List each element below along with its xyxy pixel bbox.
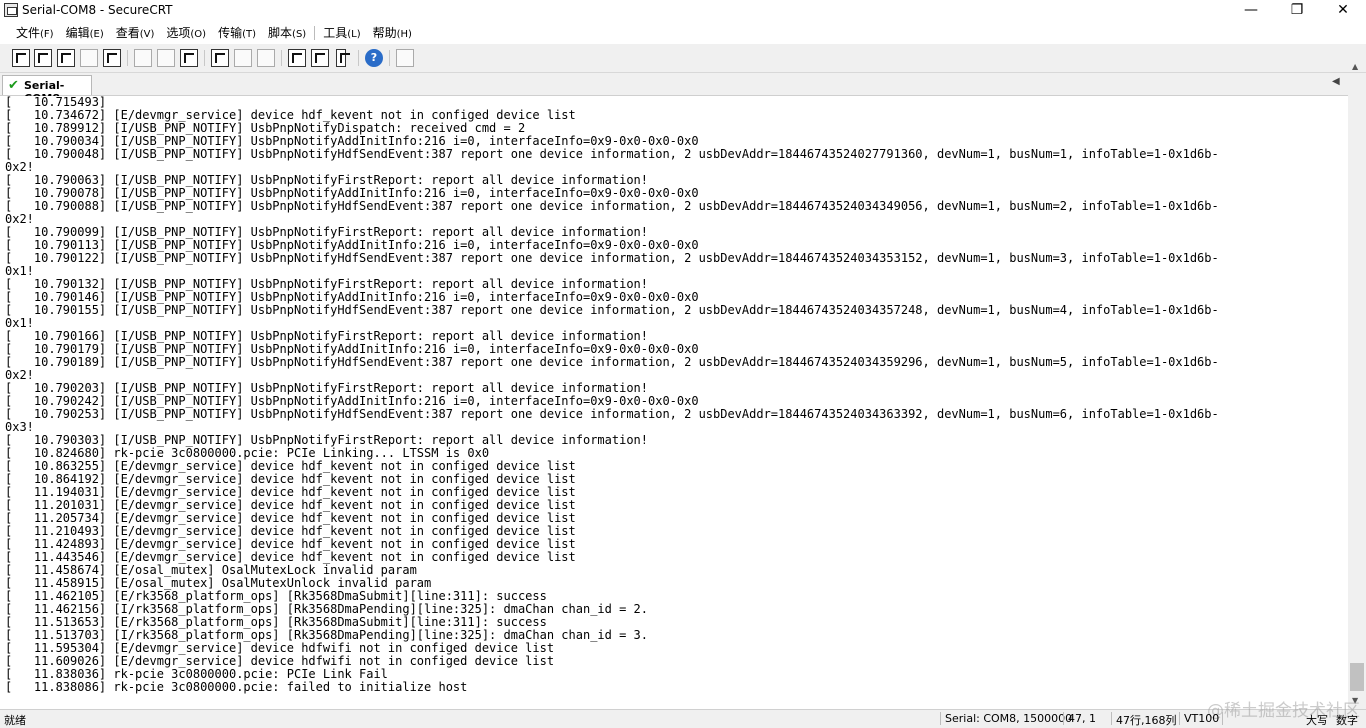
menu-transfer[interactable]: 传输(T) bbox=[212, 22, 262, 44]
connected-check-icon: ✔ bbox=[8, 78, 19, 93]
print-selection-icon[interactable] bbox=[234, 49, 252, 67]
terminal-view[interactable]: [ 10.715493] [ 10.734672] [E/devmgr_serv… bbox=[0, 96, 1348, 709]
close-button[interactable]: ✕ bbox=[1320, 0, 1366, 22]
status-emulation: VT100 bbox=[1184, 712, 1220, 725]
paste-icon[interactable] bbox=[157, 49, 175, 67]
disconnect-icon[interactable] bbox=[103, 49, 121, 67]
menu-script[interactable]: 脚本(S) bbox=[262, 22, 312, 44]
quick-connect-icon[interactable] bbox=[34, 49, 52, 67]
status-cursor-position: 47, 1 bbox=[1068, 712, 1096, 725]
menu-edit[interactable]: 编辑(E) bbox=[60, 22, 110, 44]
copy-icon[interactable] bbox=[134, 49, 152, 67]
toolbar-separator bbox=[127, 50, 128, 66]
global-options-icon[interactable] bbox=[311, 49, 329, 67]
status-separator bbox=[1111, 712, 1112, 725]
vertical-scrollbar[interactable]: ▲ ▼ bbox=[1348, 62, 1366, 709]
menu-help[interactable]: 帮助(H) bbox=[367, 22, 418, 44]
status-bar: 就绪 @稀土掘金技术社区 Serial: COM8, 1500000 47, 1… bbox=[0, 701, 1366, 727]
print-icon[interactable] bbox=[211, 49, 229, 67]
status-separator bbox=[1179, 712, 1180, 725]
scroll-thumb[interactable] bbox=[1350, 663, 1364, 691]
session-options-icon[interactable] bbox=[288, 49, 306, 67]
reconnect-icon[interactable] bbox=[80, 49, 98, 67]
tab-prev-icon[interactable]: ◀ bbox=[1332, 76, 1340, 87]
connect-tab-icon[interactable] bbox=[57, 49, 75, 67]
toolbar-separator bbox=[358, 50, 359, 66]
key-icon[interactable] bbox=[336, 49, 350, 67]
toolbar-separator bbox=[389, 50, 390, 66]
toolbar-separator bbox=[204, 50, 205, 66]
toolbar: ? bbox=[0, 44, 1366, 73]
menu-bar: 文件(F) 编辑(E) 查看(V) 选项(O) 传输(T) 脚本(S) 工具(L… bbox=[0, 22, 1366, 44]
menu-options[interactable]: 选项(O) bbox=[160, 22, 212, 44]
securecrt-app-icon[interactable] bbox=[4, 3, 18, 17]
minimize-button[interactable]: — bbox=[1228, 0, 1274, 22]
menu-file[interactable]: 文件(F) bbox=[10, 22, 60, 44]
maximize-button[interactable]: ❐ bbox=[1274, 0, 1320, 22]
connect-icon[interactable] bbox=[12, 49, 30, 67]
menu-separator bbox=[314, 26, 316, 40]
status-separator bbox=[1222, 712, 1223, 725]
menu-view[interactable]: 查看(V) bbox=[110, 22, 161, 44]
tab-bar: ✔ Serial-COM8 ◀ ▶ bbox=[0, 73, 1366, 105]
map-icon[interactable] bbox=[396, 49, 414, 67]
window-title: Serial-COM8 - SecureCRT bbox=[22, 3, 173, 17]
help-icon[interactable]: ? bbox=[365, 49, 383, 67]
status-separator bbox=[940, 712, 941, 725]
title-bar: Serial-COM8 - SecureCRT — ❐ ✕ bbox=[0, 0, 1366, 22]
toolbar-separator bbox=[281, 50, 282, 66]
find-icon[interactable] bbox=[180, 49, 198, 67]
status-connection: Serial: COM8, 1500000 bbox=[945, 712, 1073, 725]
menu-tools[interactable]: 工具(L) bbox=[317, 22, 366, 44]
terminal-output: [ 10.715493] [ 10.734672] [E/devmgr_serv… bbox=[5, 96, 1219, 694]
tab-serial-com8[interactable]: ✔ Serial-COM8 bbox=[2, 75, 92, 105]
status-separator bbox=[1063, 712, 1064, 725]
scroll-up-icon[interactable]: ▲ bbox=[1352, 62, 1358, 71]
printer-setup-icon[interactable] bbox=[257, 49, 275, 67]
